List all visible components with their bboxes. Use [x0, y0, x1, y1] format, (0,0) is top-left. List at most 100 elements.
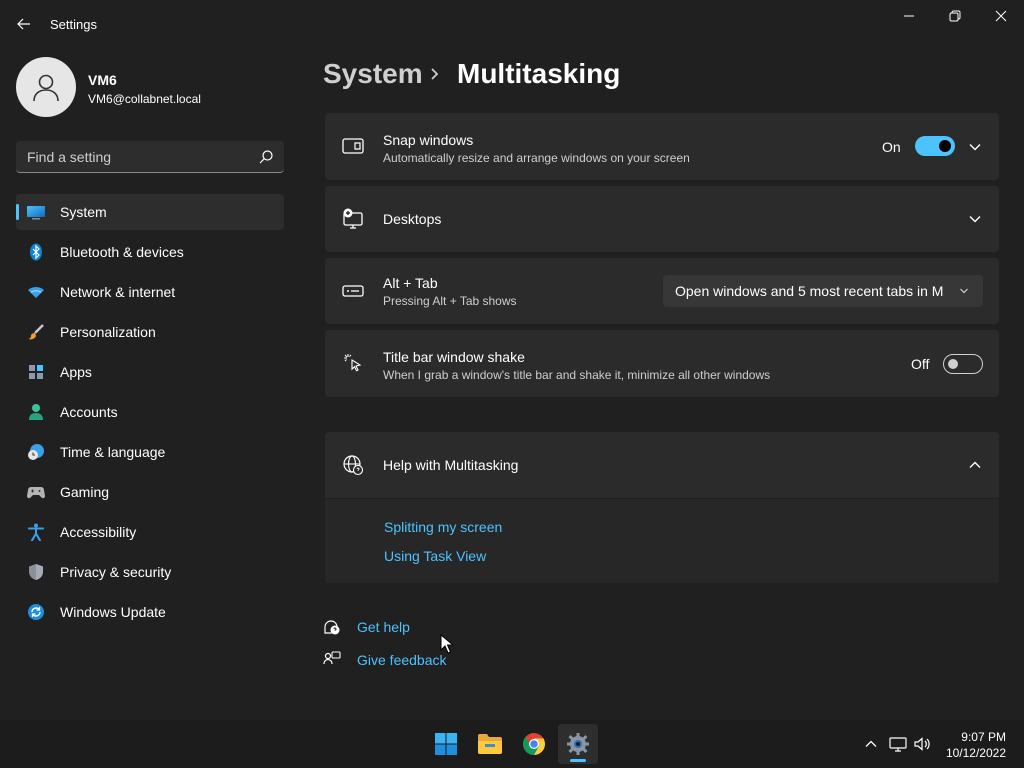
apps-icon: [26, 362, 46, 382]
taskbar-clock[interactable]: 9:07 PM 10/12/2022: [940, 729, 1006, 761]
windows-logo-icon: [435, 733, 457, 755]
chrome-button[interactable]: [514, 724, 554, 764]
sidebar-item-label: Bluetooth & devices: [60, 244, 184, 260]
alt-tab-description: Pressing Alt + Tab shows: [383, 294, 517, 308]
clock-date: 10/12/2022: [945, 746, 1006, 760]
chrome-icon: [523, 733, 545, 755]
breadcrumb-parent[interactable]: System: [323, 58, 423, 90]
start-button[interactable]: [426, 724, 466, 764]
minimize-icon: [904, 15, 914, 17]
sidebar-item-apps[interactable]: Apps: [16, 354, 284, 390]
speaker-icon: [914, 737, 930, 751]
active-app-indicator: [570, 759, 586, 762]
title-bar-shake-state: Off: [911, 356, 930, 372]
sidebar-item-personalization[interactable]: Personalization: [16, 314, 284, 350]
page-title: Multitasking: [457, 58, 621, 89]
chevron-up-icon: [865, 740, 877, 747]
accessibility-icon: [26, 522, 46, 542]
folder-icon: [478, 734, 502, 754]
desktops-card[interactable]: Desktops: [325, 186, 999, 252]
title-bar-shake-card: Title bar window shake When I grab a win…: [325, 330, 999, 397]
gamepad-icon: [26, 482, 46, 502]
back-arrow-icon: [17, 18, 30, 30]
sidebar-item-accessibility[interactable]: Accessibility: [16, 514, 284, 550]
settings-taskbar-button[interactable]: [558, 724, 598, 764]
help-section-title: Help with Multitasking: [383, 457, 519, 473]
sidebar-item-label: Privacy & security: [60, 564, 172, 580]
sidebar-item-windows-update[interactable]: Windows Update: [16, 594, 284, 630]
sidebar-item-network[interactable]: Network & internet: [16, 274, 284, 310]
close-icon: [995, 10, 1007, 22]
minimize-button[interactable]: [886, 0, 932, 32]
chevron-up-icon[interactable]: [968, 458, 982, 472]
help-link-splitting-screen[interactable]: Splitting my screen: [384, 519, 502, 535]
sidebar-item-time-language[interactable]: Time & language: [16, 434, 284, 470]
search-icon[interactable]: [258, 149, 274, 165]
taskbar: [0, 720, 1024, 768]
get-help-icon: [324, 620, 340, 635]
sidebar-item-label: Network & internet: [60, 284, 176, 300]
close-button[interactable]: [978, 0, 1024, 32]
sidebar-item-label: Gaming: [60, 484, 110, 500]
chevron-down-icon[interactable]: [968, 140, 982, 154]
update-icon: [26, 602, 46, 622]
sidebar-item-label: Apps: [60, 364, 92, 380]
alt-tab-dropdown[interactable]: Open windows and 5 most recent tabs in M: [663, 275, 983, 307]
accounts-icon: [26, 402, 46, 422]
snap-windows-title: Snap windows: [383, 132, 474, 148]
alt-tab-card: Alt + Tab Pressing Alt + Tab shows Open …: [325, 258, 999, 324]
feedback-icon: [323, 651, 341, 665]
alt-tab-title: Alt + Tab: [383, 275, 438, 291]
toggle-knob: [948, 359, 958, 369]
brush-icon: [26, 322, 46, 342]
sidebar-item-label: Time & language: [60, 444, 166, 460]
sidebar-item-bluetooth[interactable]: Bluetooth & devices: [16, 234, 284, 270]
title-bar-shake-description: When I grab a window's title bar and sha…: [383, 368, 771, 382]
user-email: VM6@collabnet.local: [88, 92, 201, 106]
sidebar-item-label: Personalization: [60, 324, 156, 340]
gear-icon: [567, 733, 589, 755]
give-feedback-link[interactable]: Give feedback: [357, 652, 447, 668]
snap-windows-description: Automatically resize and arrange windows…: [383, 151, 690, 165]
mouse-cursor-icon: [440, 634, 454, 654]
network-tray-button[interactable]: [889, 735, 907, 753]
globe-clock-icon: [26, 442, 46, 462]
shield-icon: [26, 562, 46, 582]
volume-tray-button[interactable]: [913, 735, 931, 753]
title-bar-shake-title: Title bar window shake: [383, 349, 525, 365]
snap-layout-icon: [342, 138, 364, 154]
get-help-link[interactable]: Get help: [357, 619, 410, 635]
sidebar-nav: System Bluetooth & devices Network & int…: [16, 194, 284, 634]
search-input[interactable]: [16, 148, 246, 165]
chevron-right-icon: [431, 68, 439, 80]
chevron-down-icon[interactable]: [968, 212, 982, 226]
search-box[interactable]: [16, 141, 284, 173]
restore-button[interactable]: [932, 0, 978, 32]
title-bar-shake-toggle[interactable]: [943, 354, 983, 374]
bluetooth-icon: [26, 242, 46, 262]
snap-windows-card[interactable]: Snap windows Automatically resize and ar…: [325, 113, 999, 180]
chevron-down-icon: [960, 288, 968, 294]
avatar[interactable]: [16, 57, 76, 117]
sidebar-item-privacy[interactable]: Privacy & security: [16, 554, 284, 590]
back-button[interactable]: [8, 10, 40, 38]
help-link-task-view[interactable]: Using Task View: [384, 548, 486, 564]
sidebar-item-system[interactable]: System: [16, 194, 284, 230]
sidebar-item-accounts[interactable]: Accounts: [16, 394, 284, 430]
globe-help-icon: [343, 455, 364, 476]
help-section-body: Splitting my screen Using Task View: [325, 499, 999, 583]
help-section-header[interactable]: Help with Multitasking: [325, 432, 999, 498]
snap-windows-toggle[interactable]: [915, 136, 955, 156]
restore-icon: [949, 10, 961, 22]
sidebar-item-label: Accounts: [60, 404, 118, 420]
file-explorer-button[interactable]: [470, 724, 510, 764]
user-name: VM6: [88, 72, 117, 88]
title-bar: Settings: [0, 0, 1024, 48]
alt-tab-selected-value: Open windows and 5 most recent tabs in M: [675, 283, 944, 299]
sidebar-item-label: System: [60, 204, 107, 220]
show-hidden-icons-button[interactable]: [862, 735, 880, 753]
user-icon: [33, 74, 59, 102]
sidebar-item-gaming[interactable]: Gaming: [16, 474, 284, 510]
sidebar-item-label: Accessibility: [60, 524, 137, 540]
sidebar-item-label: Windows Update: [60, 604, 166, 620]
